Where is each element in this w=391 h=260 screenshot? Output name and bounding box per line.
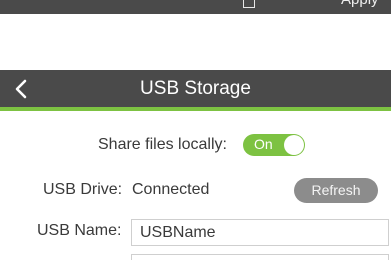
usb-name-label: USB Name:: [37, 222, 122, 239]
next-input-field[interactable]: [131, 254, 389, 260]
save-icon[interactable]: [243, 0, 255, 8]
usb-name-input[interactable]: [131, 219, 389, 246]
usb-drive-status: Connected: [132, 181, 210, 198]
usb-drive-label: USB Drive:: [43, 181, 123, 198]
refresh-button[interactable]: Refresh: [294, 178, 378, 203]
share-files-toggle[interactable]: On: [243, 134, 305, 156]
page-title: USB Storage: [140, 78, 251, 99]
apply-button-label[interactable]: Apply: [341, 0, 379, 8]
header-bar: USB Storage: [0, 70, 391, 111]
top-bar: Apply: [0, 0, 391, 14]
toggle-state-text: On: [254, 136, 273, 152]
toggle-knob: [284, 135, 304, 155]
share-files-label: Share files locally:: [98, 136, 227, 153]
